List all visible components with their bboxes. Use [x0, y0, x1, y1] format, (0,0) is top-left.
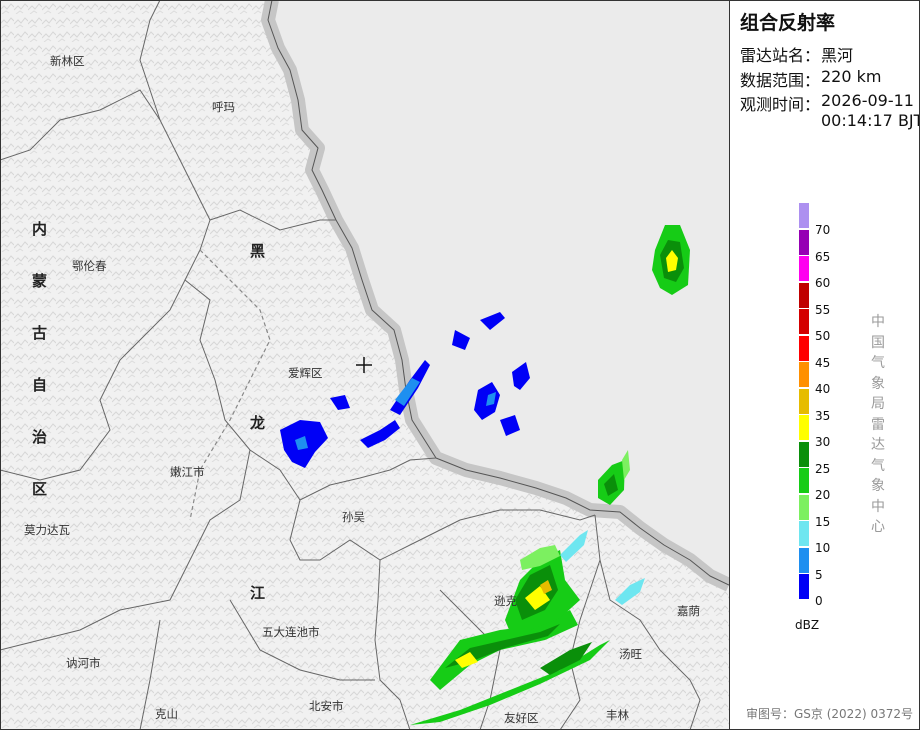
outer-frame — [0, 0, 920, 730]
